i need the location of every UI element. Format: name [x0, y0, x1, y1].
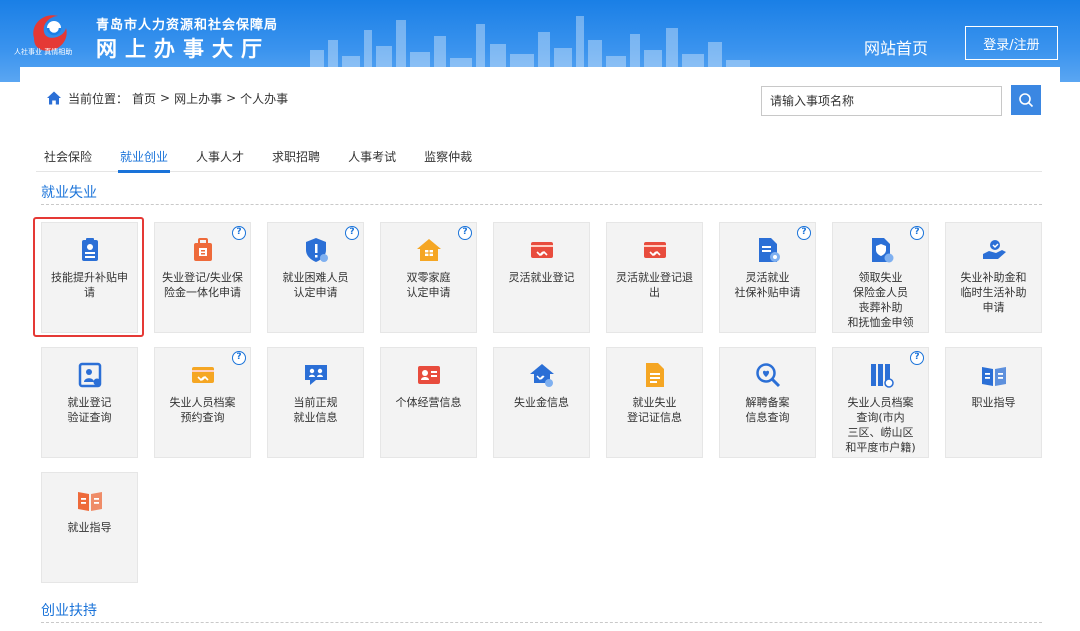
section-divider — [41, 622, 1042, 623]
service-tile-label: 失业补助金和 临时生活补助 申请 — [960, 271, 1027, 314]
site-home-link[interactable]: 网站首页 — [864, 35, 928, 59]
service-tile-label: 就业登记 验证查询 — [67, 396, 112, 424]
service-tile-label: 失业人员档案 查询(市内 三区、崂山区 和平度市户籍) — [845, 396, 916, 454]
site-title-hall: 网上办事大厅 — [96, 37, 270, 61]
breadcrumb-personal-services: 个人办事 — [240, 91, 289, 106]
section-title-entrepreneurship-support: 创业扶持 — [41, 603, 97, 619]
tab-personnel-exam[interactable]: 人事考试 — [340, 140, 404, 172]
service-tile[interactable]: 就业失业 登记证信息 — [606, 347, 703, 458]
section-title-employment-unemployment: 就业失业 — [41, 185, 97, 201]
document-shield-icon — [871, 238, 893, 263]
service-tile-label: 灵活就业 社保补贴申请 — [734, 271, 801, 299]
tab-supervision-arbitration[interactable]: 监察仲裁 — [416, 140, 480, 172]
service-tile-label: 解聘备案 信息查询 — [745, 396, 790, 424]
help-question-icon[interactable]: ? — [232, 351, 246, 365]
search-icon — [1019, 93, 1034, 108]
service-tile[interactable]: 失业金信息 — [493, 347, 590, 458]
service-tile-label: 就业困难人员 认定申请 — [282, 271, 349, 299]
service-tile-label: 当前正规 就业信息 — [293, 396, 338, 424]
help-question-icon[interactable]: ? — [910, 351, 924, 365]
service-tile[interactable]: 当前正规 就业信息 — [267, 347, 364, 458]
help-question-icon[interactable]: ? — [797, 226, 811, 240]
house-hands-icon — [529, 364, 554, 387]
breadcrumb-home[interactable]: 首页 — [132, 90, 156, 107]
service-tile-label: 技能提升补贴申 请 — [51, 271, 128, 299]
magnifier-heart-icon — [755, 363, 780, 388]
search-button[interactable] — [1011, 85, 1041, 115]
document-lines-icon — [645, 363, 664, 387]
help-question-icon[interactable]: ? — [910, 226, 924, 240]
service-tile[interactable]: 失业人员档案 预约查询? — [154, 347, 251, 458]
service-tile-label: 灵活就业登记退 出 — [616, 271, 693, 299]
service-tile[interactable]: 灵活就业 社保补贴申请? — [719, 222, 816, 333]
service-tile-label: 职业指导 — [971, 396, 1016, 409]
service-tile[interactable]: 就业登记 验证查询 — [41, 347, 138, 458]
service-tile[interactable]: 技能提升补贴申 请 — [41, 222, 138, 333]
help-question-icon[interactable]: ? — [345, 226, 359, 240]
shield-alert-icon — [305, 238, 328, 262]
logo-caption: 人社事业 真情相助 — [14, 48, 73, 56]
tab-social-insurance[interactable]: 社会保险 — [36, 140, 100, 172]
id-card-icon — [417, 366, 440, 384]
tab-personnel-talent[interactable]: 人事人才 — [188, 140, 252, 172]
service-tile-label: 灵活就业登记 — [508, 271, 575, 284]
section-divider — [41, 204, 1042, 205]
service-tile[interactable]: 失业补助金和 临时生活补助 申请 — [945, 222, 1042, 333]
chat-people-icon — [304, 365, 327, 385]
site-title-org: 青岛市人力资源和社会保障局 — [96, 18, 279, 33]
breadcrumb-online-services[interactable]: 网上办事 — [174, 90, 222, 107]
bag-document-icon — [193, 238, 212, 261]
service-tile[interactable]: 解聘备案 信息查询 — [719, 347, 816, 458]
service-tile-label: 个体经营信息 — [395, 396, 462, 409]
service-tile[interactable]: 职业指导 — [945, 347, 1042, 458]
service-tile[interactable]: 就业指导 — [41, 472, 138, 583]
login-register-button[interactable]: 登录/注册 — [965, 26, 1058, 60]
breadcrumb-prefix: 当前位置： — [68, 91, 129, 106]
card-hands-icon — [643, 242, 666, 258]
service-tile[interactable]: 失业人员档案 查询(市内 三区、崂山区 和平度市户籍)? — [832, 347, 929, 458]
book-chart-icon — [77, 492, 102, 511]
document-gear-icon — [758, 238, 780, 262]
card-hands-icon — [530, 242, 553, 258]
service-tile[interactable]: 失业登记/失业保 险金一体化申请? — [154, 222, 251, 333]
service-tile-label: 双零家庭 认定申请 — [406, 271, 451, 299]
search-input[interactable] — [761, 86, 1002, 116]
book-chart-icon — [981, 367, 1006, 386]
service-tile-label: 失业人员档案 预约查询 — [169, 396, 236, 424]
help-question-icon[interactable]: ? — [458, 226, 472, 240]
house-icon — [416, 239, 441, 261]
help-question-icon[interactable]: ? — [232, 226, 246, 240]
service-tile[interactable]: 领取失业 保险金人员 丧葬补助 和抚恤金申领? — [832, 222, 929, 333]
service-tile-label: 领取失业 保险金人员 丧葬补助 和抚恤金申领 — [847, 271, 914, 329]
hand-coin-icon — [982, 240, 1006, 259]
service-tile-label: 失业金信息 — [514, 396, 569, 409]
service-tile-label: 失业登记/失业保 险金一体化申请 — [162, 271, 243, 299]
frame-person-icon — [78, 362, 101, 388]
service-tile[interactable]: 个体经营信息 — [380, 347, 477, 458]
tab-employment-entrepreneurship[interactable]: 就业创业 — [112, 140, 176, 173]
service-tile[interactable]: 灵活就业登记退 出 — [606, 222, 703, 333]
service-tile[interactable]: 灵活就业登记 — [493, 222, 590, 333]
clipboard-person-icon — [81, 238, 98, 261]
tab-job-recruitment[interactable]: 求职招聘 — [264, 140, 328, 172]
breadcrumb-separator: > — [160, 91, 171, 105]
home-icon — [47, 91, 61, 105]
service-tile[interactable]: 就业困难人员 认定申请? — [267, 222, 364, 333]
breadcrumb: 当前位置： 首页 > 网上办事 > 个人办事 — [46, 89, 292, 107]
card-hands-icon — [191, 367, 214, 383]
service-tile-label: 就业失业 登记证信息 — [627, 396, 682, 424]
service-tile[interactable]: 双零家庭 认定申请? — [380, 222, 477, 333]
breadcrumb-separator: > — [226, 91, 237, 105]
category-tabs: 社会保险 就业创业 人事人才 求职招聘 人事考试 监察仲裁 — [36, 140, 1042, 173]
service-tile-label: 就业指导 — [67, 521, 112, 534]
binders-icon — [870, 364, 894, 388]
